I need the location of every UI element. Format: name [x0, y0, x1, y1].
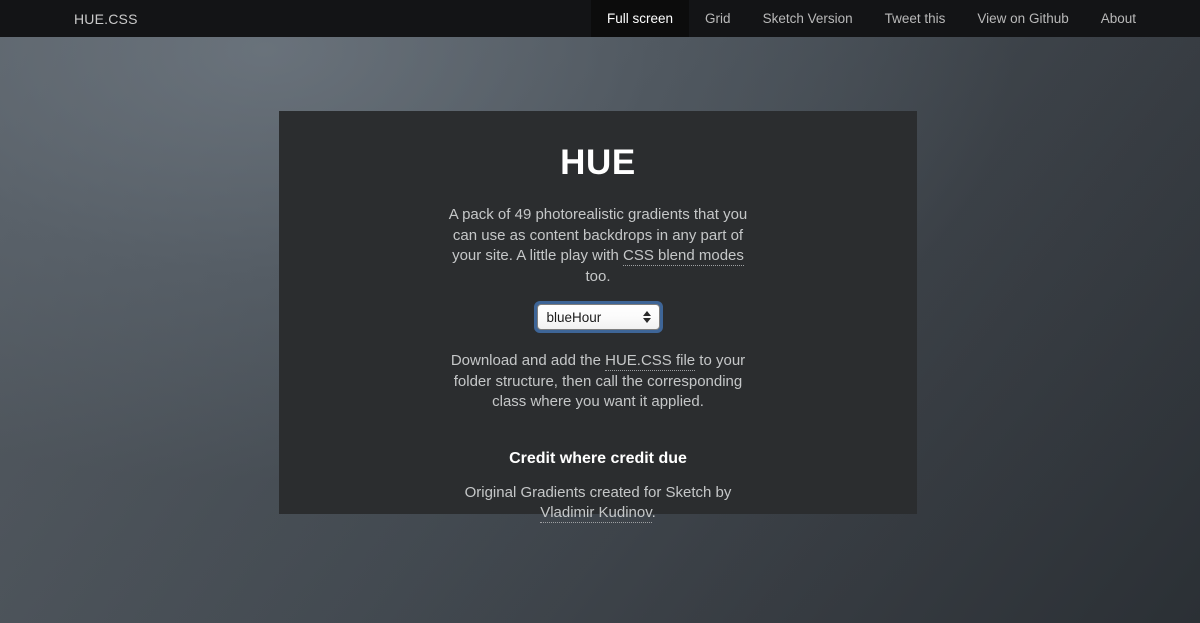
hue-css-file-link[interactable]: HUE.CSS file	[605, 352, 696, 371]
intro-text-after: too.	[585, 267, 611, 285]
nav-items-list: Full screen Grid Sketch Version Tweet th…	[591, 0, 1200, 37]
page-stage: HUE.CSS Full screen Grid Sketch Version …	[0, 0, 1200, 623]
triangle-up-icon[interactable]	[642, 311, 651, 316]
top-navigation-bar: HUE.CSS Full screen Grid Sketch Version …	[0, 0, 1200, 37]
credit-spacer	[323, 413, 873, 450]
credit-text-before: Original Gradients created for Sketch by	[464, 483, 732, 501]
content-card: HUE A pack of 49 photorealistic gradient…	[279, 111, 917, 523]
select-stepper[interactable]	[639, 305, 659, 329]
triangle-down-icon[interactable]	[642, 318, 651, 323]
gradient-select[interactable]: blueHour	[536, 304, 660, 330]
credit-paragraph: Original Gradients created for Sketch by…	[448, 483, 748, 524]
nav-item-view-on-github[interactable]: View on Github	[961, 0, 1084, 37]
intro-paragraph: A pack of 49 photorealistic gradients th…	[446, 205, 750, 287]
credit-text-after: .	[651, 504, 656, 521]
page-title: HUE	[560, 143, 636, 182]
credit-heading: Credit where credit due	[509, 449, 687, 467]
gradient-select-wrapper: blueHour	[533, 301, 663, 333]
css-blend-modes-link[interactable]: CSS blend modes	[623, 247, 744, 266]
nav-item-about[interactable]: About	[1085, 0, 1152, 37]
gradient-select-value: blueHour	[546, 309, 602, 325]
instructions-paragraph: Download and add the HUE.CSS file to you…	[446, 351, 750, 413]
nav-item-tweet-this[interactable]: Tweet this	[869, 0, 962, 37]
nav-item-sketch-version[interactable]: Sketch Version	[747, 0, 869, 37]
instructions-text-before: Download and add the	[450, 352, 606, 369]
nav-item-grid[interactable]: Grid	[689, 0, 747, 37]
brand-logo[interactable]: HUE.CSS	[0, 0, 154, 37]
nav-item-full-screen[interactable]: Full screen	[591, 0, 690, 37]
vladimir-kudinov-link[interactable]: Vladimir Kudinov	[540, 504, 652, 523]
